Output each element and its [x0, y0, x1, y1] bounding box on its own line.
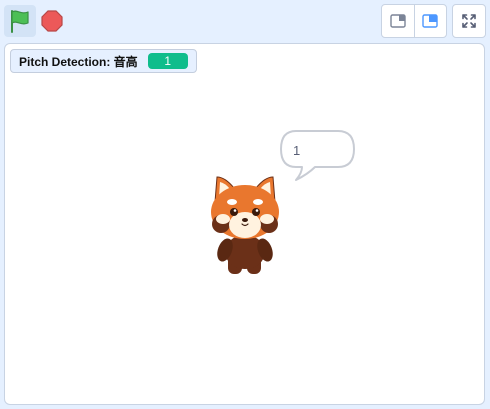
normal-stage-button[interactable]: [413, 5, 447, 37]
fullscreen-button[interactable]: [452, 4, 486, 38]
stage-toolbar: [0, 0, 490, 42]
speech-bubble-shape: [280, 130, 355, 181]
speech-bubble: 1: [280, 130, 360, 189]
stage-canvas[interactable]: Pitch Detection: 音高 1 1: [4, 43, 485, 405]
green-flag-icon: [11, 10, 29, 33]
variable-monitor: Pitch Detection: 音高 1: [10, 49, 197, 73]
red-panda-icon: [211, 176, 279, 274]
small-stage-button[interactable]: [382, 5, 414, 37]
fullscreen-icon: [462, 14, 476, 28]
small-stage-icon: [390, 14, 406, 28]
monitor-label: Pitch Detection: 音高: [19, 54, 138, 69]
monitor-value: 1: [147, 53, 188, 69]
stop-button[interactable]: [38, 5, 66, 37]
green-flag-button[interactable]: [4, 5, 36, 37]
speech-bubble-text: 1: [293, 143, 301, 158]
normal-stage-icon: [422, 14, 438, 28]
red-panda-sprite[interactable]: [201, 172, 291, 285]
stage-size-toggle: [381, 4, 447, 38]
stop-sign-icon: [41, 10, 63, 32]
